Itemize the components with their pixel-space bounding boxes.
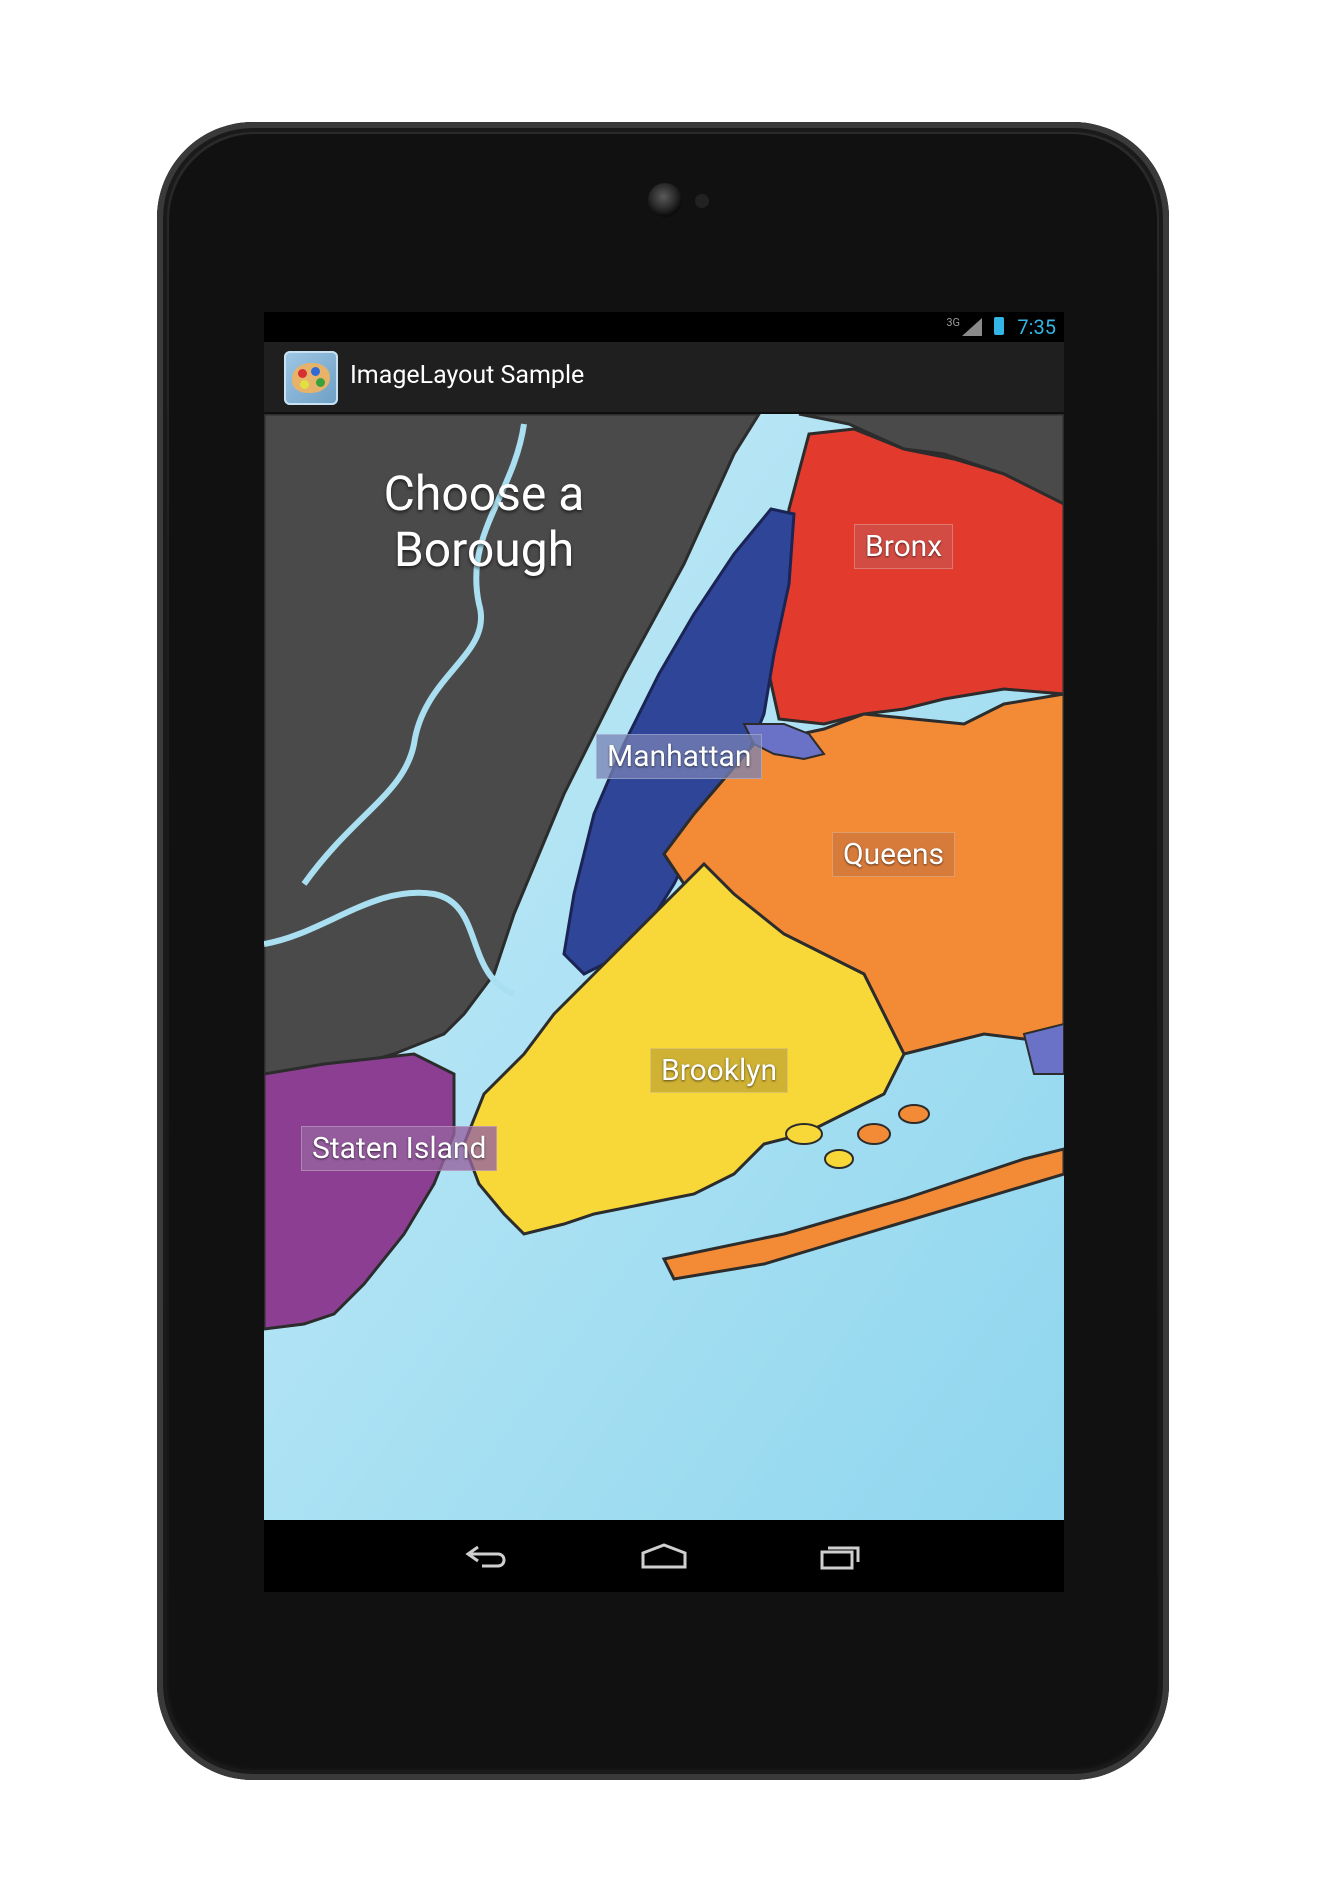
bay-island	[785, 1123, 823, 1145]
palette-icon[interactable]	[284, 351, 338, 405]
paint-dot	[316, 378, 325, 387]
back-icon-glyph	[465, 1545, 506, 1568]
status-bar: 3G 7:35	[264, 312, 1064, 342]
recent-apps-icon[interactable]	[811, 1534, 871, 1578]
paint-dot	[298, 369, 307, 378]
action-bar: ImageLayout Sample	[264, 342, 1064, 414]
app-title: ImageLayout Sample	[350, 361, 585, 390]
paint-dot	[311, 367, 320, 376]
home-icon[interactable]	[634, 1534, 694, 1578]
signal-icon	[962, 318, 982, 336]
network-type: 3G	[946, 316, 960, 329]
battery-icon	[994, 317, 1004, 335]
paint-dot	[300, 380, 309, 389]
bay-island	[824, 1149, 854, 1169]
bronx-label[interactable]: Bronx	[854, 524, 954, 569]
back-icon[interactable]	[457, 1534, 517, 1578]
home-icon-glyph	[641, 1543, 687, 1569]
navigation-bar	[264, 1520, 1064, 1592]
brooklyn-label[interactable]: Brooklyn	[650, 1048, 789, 1093]
headline-line-2: Borough	[393, 521, 575, 578]
headline: Choose a Borough	[334, 466, 634, 578]
recent-apps-icon-glyph	[820, 1546, 860, 1570]
borough-map: Choose a Borough Bronx Manhattan Queens …	[264, 414, 1064, 1520]
palette-shape	[292, 363, 330, 393]
manhattan-label[interactable]: Manhattan	[596, 734, 763, 779]
staten-island-label[interactable]: Staten Island	[301, 1126, 498, 1171]
bay-island	[857, 1123, 891, 1145]
bay-island	[898, 1104, 930, 1124]
device-screen: 3G 7:35 ImageLayout Sample Choose a Boro…	[264, 312, 1064, 1592]
clock: 7:35	[1017, 315, 1056, 339]
front-camera	[648, 183, 682, 217]
light-sensor	[695, 194, 709, 208]
nyc-map-image	[264, 414, 1064, 1520]
headline-line-1: Choose a	[383, 465, 585, 522]
queens-label[interactable]: Queens	[832, 832, 956, 877]
